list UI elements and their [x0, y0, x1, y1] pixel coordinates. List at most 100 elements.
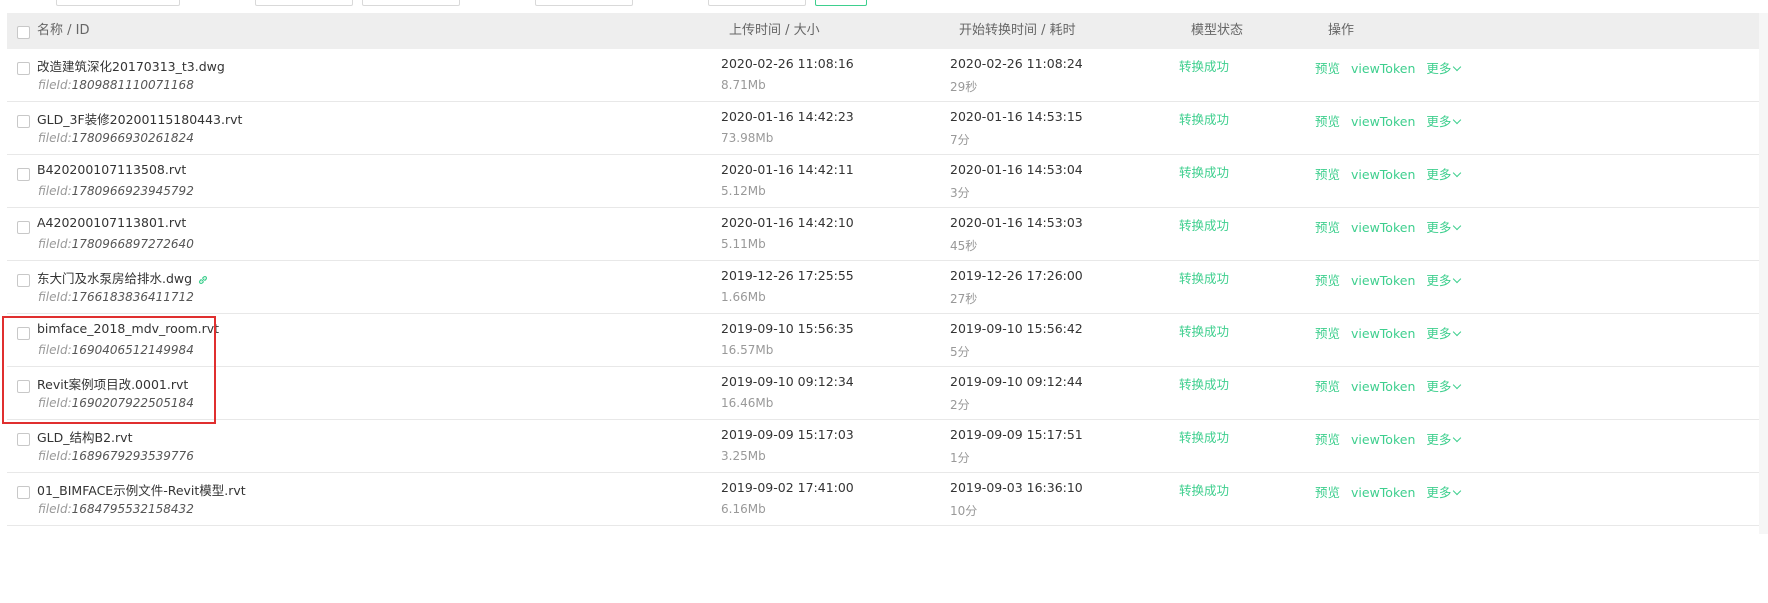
convert-duration: 10分	[950, 504, 978, 518]
file-name[interactable]: bimface_2018_mdv_room.rvt	[37, 321, 219, 336]
file-name[interactable]: GLD_3F装修20200115180443.rvt	[37, 109, 242, 128]
preview-link[interactable]: 预览	[1315, 376, 1340, 395]
row-actions: 预览 viewToken 更多	[1315, 111, 1462, 130]
view-token-link[interactable]: viewToken	[1351, 114, 1415, 129]
preview-link[interactable]: 预览	[1315, 111, 1340, 130]
view-token-link[interactable]: viewToken	[1351, 167, 1415, 182]
file-name[interactable]: A420200107113801.rvt	[37, 215, 186, 230]
row-actions: 预览 viewToken 更多	[1315, 58, 1462, 77]
preview-link[interactable]: 预览	[1315, 482, 1340, 501]
view-token-link[interactable]: viewToken	[1351, 273, 1415, 288]
chevron-down-icon	[1453, 380, 1462, 390]
table-row: GLD_3F装修20200115180443.rvt fileId:178096…	[7, 102, 1768, 155]
chevron-down-icon	[1453, 433, 1462, 443]
row-checkbox[interactable]	[17, 221, 30, 234]
chevron-down-icon	[1453, 168, 1462, 178]
status-badge: 转换成功	[1179, 59, 1230, 74]
convert-start-time: 2020-01-16 14:53:03	[950, 215, 1083, 230]
upload-time: 2020-01-16 14:42:10	[721, 215, 854, 230]
table-row: 东大门及水泵房给排水.dwg fileId:1766183836411712 2…	[7, 261, 1768, 314]
chevron-down-icon	[1453, 115, 1462, 125]
row-checkbox[interactable]	[17, 380, 30, 393]
preview-link[interactable]: 预览	[1315, 270, 1340, 289]
more-dropdown[interactable]: 更多	[1426, 58, 1462, 77]
file-name[interactable]: B420200107113508.rvt	[37, 162, 186, 177]
convert-duration: 45秒	[950, 239, 978, 253]
more-dropdown[interactable]: 更多	[1426, 323, 1462, 342]
select-all-checkbox[interactable]	[17, 26, 30, 39]
more-dropdown[interactable]: 更多	[1426, 482, 1462, 501]
view-token-link[interactable]: viewToken	[1351, 485, 1415, 500]
search-button[interactable]	[815, 0, 867, 6]
row-checkbox[interactable]	[17, 115, 30, 128]
row-actions: 预览 viewToken 更多	[1315, 482, 1462, 501]
file-name[interactable]: Revit案例项目改.0001.rvt	[37, 374, 188, 393]
upload-time: 2020-02-26 11:08:16	[721, 56, 854, 71]
upload-time: 2020-01-16 14:42:23	[721, 109, 854, 124]
file-size: 1.66Mb	[721, 290, 766, 304]
filter-bar	[0, 0, 1768, 12]
table-header: 名称 / ID 上传时间 / 大小 开始转换时间 / 耗时 模型状态 操作	[7, 13, 1768, 49]
more-dropdown[interactable]: 更多	[1426, 164, 1462, 183]
file-size: 5.11Mb	[721, 237, 766, 251]
file-size: 3.25Mb	[721, 449, 766, 463]
view-token-link[interactable]: viewToken	[1351, 61, 1415, 76]
row-checkbox[interactable]	[17, 433, 30, 446]
more-dropdown[interactable]: 更多	[1426, 429, 1462, 448]
status-badge: 转换成功	[1179, 324, 1230, 339]
filter-date-end[interactable]	[362, 0, 460, 6]
convert-start-time: 2019-09-09 15:17:51	[950, 427, 1083, 442]
preview-link[interactable]: 预览	[1315, 217, 1340, 236]
row-checkbox[interactable]	[17, 274, 30, 287]
more-dropdown[interactable]: 更多	[1426, 111, 1462, 130]
convert-start-time: 2020-01-16 14:53:04	[950, 162, 1083, 177]
row-actions: 预览 viewToken 更多	[1315, 217, 1462, 236]
file-name[interactable]: 改造建筑深化20170313_t3.dwg	[37, 56, 225, 75]
status-badge: 转换成功	[1179, 165, 1230, 180]
more-dropdown[interactable]: 更多	[1426, 217, 1462, 236]
table-row: GLD_结构B2.rvt fileId:1689679293539776 201…	[7, 420, 1768, 473]
convert-duration: 29秒	[950, 80, 978, 94]
upload-time: 2020-01-16 14:42:11	[721, 162, 854, 177]
filter-select-status[interactable]	[535, 0, 633, 6]
preview-link[interactable]: 预览	[1315, 323, 1340, 342]
more-dropdown[interactable]: 更多	[1426, 376, 1462, 395]
filter-date-start[interactable]	[255, 0, 353, 6]
convert-start-time: 2019-12-26 17:26:00	[950, 268, 1083, 283]
file-name[interactable]: 东大门及水泵房给排水.dwg	[37, 268, 208, 288]
table-row: A420200107113801.rvt fileId:178096689727…	[7, 208, 1768, 261]
file-size: 8.71Mb	[721, 78, 766, 92]
more-dropdown[interactable]: 更多	[1426, 270, 1462, 289]
convert-duration: 1分	[950, 451, 970, 465]
view-token-link[interactable]: viewToken	[1351, 326, 1415, 341]
convert-start-time: 2019-09-10 15:56:42	[950, 321, 1083, 336]
row-checkbox[interactable]	[17, 486, 30, 499]
view-token-link[interactable]: viewToken	[1351, 432, 1415, 447]
status-badge: 转换成功	[1179, 112, 1230, 127]
chevron-down-icon	[1453, 327, 1462, 337]
upload-time: 2019-09-09 15:17:03	[721, 427, 854, 442]
link-icon[interactable]	[198, 273, 208, 288]
view-token-link[interactable]: viewToken	[1351, 220, 1415, 235]
file-table: 名称 / ID 上传时间 / 大小 开始转换时间 / 耗时 模型状态 操作 改造…	[7, 13, 1768, 526]
filter-input-name[interactable]	[56, 0, 180, 6]
file-name[interactable]: 01_BIMFACE示例文件-Revit模型.rvt	[37, 480, 246, 499]
view-token-link[interactable]: viewToken	[1351, 379, 1415, 394]
file-name[interactable]: GLD_结构B2.rvt	[37, 427, 132, 446]
file-id: fileId:1689679293539776	[38, 449, 194, 463]
row-checkbox[interactable]	[17, 327, 30, 340]
scrollbar[interactable]	[1759, 13, 1768, 534]
header-ops: 操作	[1328, 23, 1355, 38]
header-upload: 上传时间 / 大小	[729, 23, 820, 38]
status-badge: 转换成功	[1179, 218, 1230, 233]
table-row: 改造建筑深化20170313_t3.dwg fileId:18098811100…	[7, 49, 1768, 102]
preview-link[interactable]: 预览	[1315, 429, 1340, 448]
row-checkbox[interactable]	[17, 168, 30, 181]
file-size: 6.16Mb	[721, 502, 766, 516]
preview-link[interactable]: 预览	[1315, 58, 1340, 77]
preview-link[interactable]: 预览	[1315, 164, 1340, 183]
upload-time: 2019-09-10 09:12:34	[721, 374, 854, 389]
row-checkbox[interactable]	[17, 62, 30, 75]
table-row: 01_BIMFACE示例文件-Revit模型.rvt fileId:168479…	[7, 473, 1768, 526]
filter-select-type[interactable]	[708, 0, 806, 6]
